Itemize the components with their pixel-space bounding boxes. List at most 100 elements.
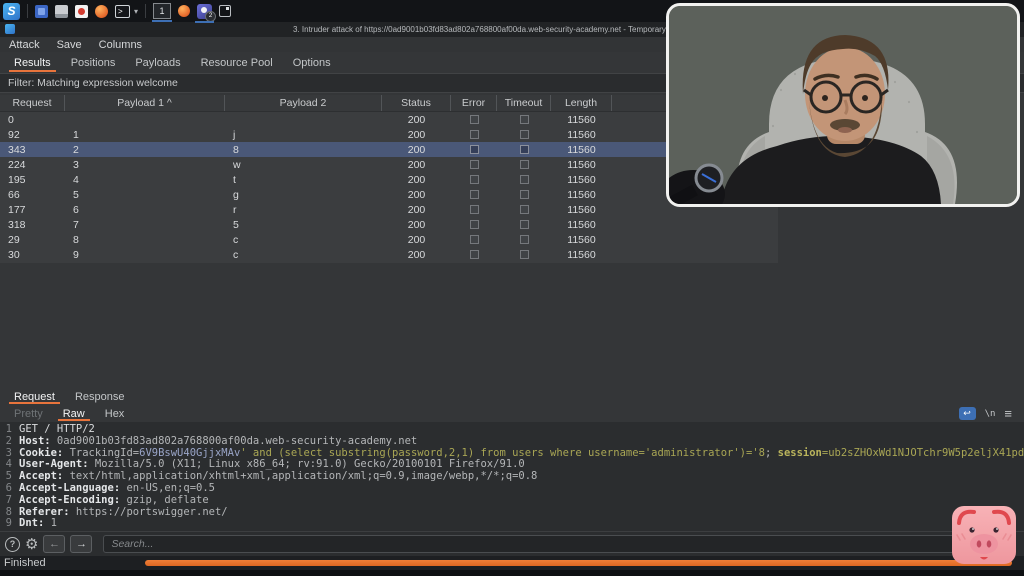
gear-icon[interactable]: ⚙ (25, 537, 38, 552)
column-header-payload-1[interactable]: Payload 1 ^ (65, 95, 225, 111)
cell-timeout (497, 115, 551, 124)
column-header-timeout[interactable]: Timeout (497, 95, 551, 111)
tab-response[interactable]: Response (65, 388, 135, 405)
active-app-icon[interactable]: S (3, 3, 20, 20)
cell-error-checkbox (470, 160, 479, 169)
table-row[interactable]: 665g20011560 (0, 187, 778, 202)
screenshot-tool-icon[interactable] (219, 5, 231, 17)
tab-pretty[interactable]: Pretty (4, 405, 53, 422)
cell-request: 318 (0, 219, 65, 231)
chevron-down-icon[interactable]: ▾ (134, 7, 138, 16)
file-manager-icon[interactable] (35, 5, 48, 18)
menu-save[interactable]: Save (57, 39, 82, 51)
desktop-pager[interactable]: 1 (153, 3, 171, 19)
table-row[interactable]: 1954t20011560 (0, 172, 778, 187)
pig-icon (951, 505, 1017, 565)
cell-payload1: 5 (65, 189, 225, 201)
cell-timeout-checkbox (520, 115, 529, 124)
cell-status: 200 (382, 144, 451, 156)
cell-length: 11560 (551, 204, 612, 216)
results-table-header: RequestPayload 1 ^Payload 2StatusErrorTi… (0, 95, 778, 112)
cell-length: 11560 (551, 249, 612, 261)
table-row[interactable]: 309c20011560 (0, 247, 778, 262)
search-input[interactable] (103, 535, 1014, 553)
tab-resource-pool[interactable]: Resource Pool (191, 52, 283, 73)
cell-timeout-checkbox (520, 235, 529, 244)
tab-positions[interactable]: Positions (61, 52, 126, 73)
cell-timeout (497, 220, 551, 229)
column-header-status[interactable]: Status (382, 95, 451, 111)
menu-columns[interactable]: Columns (99, 39, 142, 51)
editor-toolbar: ↩ \n ≡ (959, 407, 1012, 420)
cell-timeout-checkbox (520, 220, 529, 229)
cell-timeout-checkbox (520, 145, 529, 154)
column-header-error[interactable]: Error (451, 95, 497, 111)
cell-length: 11560 (551, 189, 612, 201)
cell-request: 224 (0, 159, 65, 171)
soft-wrap-icon[interactable]: ↩ (959, 407, 976, 420)
cell-timeout (497, 190, 551, 199)
cell-payload2: w (225, 159, 382, 171)
bottom-edge (0, 570, 1024, 576)
cell-payload2: c (225, 249, 382, 261)
table-row[interactable]: 298c20011560 (0, 232, 778, 247)
cell-payload2: g (225, 189, 382, 201)
document-viewer-icon[interactable] (75, 5, 88, 18)
cell-payload1: 7 (65, 219, 225, 231)
table-row[interactable]: 020011560 (0, 112, 778, 127)
cell-length: 11560 (551, 129, 612, 141)
tab-results[interactable]: Results (4, 52, 61, 73)
cell-timeout-checkbox (520, 160, 529, 169)
cell-request: 177 (0, 204, 65, 216)
column-header-request[interactable]: Request (0, 95, 65, 111)
line-number: 2 (0, 436, 12, 448)
editor-menu-icon[interactable]: ≡ (1004, 409, 1012, 419)
cell-payload1: 9 (65, 249, 225, 261)
active-window-indicator (195, 21, 214, 23)
cell-payload2: r (225, 204, 382, 216)
cell-payload2: j (225, 129, 382, 141)
column-header-payload-2[interactable]: Payload 2 (225, 95, 382, 111)
cell-length: 11560 (551, 114, 612, 126)
table-row[interactable]: 921j20011560 (0, 127, 778, 142)
filter-text: Filter: Matching expression welcome (8, 77, 178, 89)
cell-status: 200 (382, 129, 451, 141)
request-editor[interactable]: 1GET / HTTP/22Host: 0ad9001b03fd83ad802a… (0, 422, 1024, 531)
tab-options[interactable]: Options (283, 52, 341, 73)
message-tabs: RequestResponse (0, 388, 1024, 405)
menu-attack[interactable]: Attack (9, 39, 40, 51)
cell-timeout (497, 175, 551, 184)
cell-payload1: 1 (65, 129, 225, 141)
table-row[interactable]: 3187520011560 (0, 217, 778, 232)
help-icon[interactable]: ? (5, 537, 20, 552)
firefox-icon[interactable] (95, 5, 108, 18)
tab-hex[interactable]: Hex (95, 405, 135, 422)
cell-timeout-checkbox (520, 175, 529, 184)
cell-timeout-checkbox (520, 205, 529, 214)
line-text: Dnt: 1 (12, 518, 57, 530)
prev-match-button[interactable]: ← (43, 535, 65, 553)
column-header-length[interactable]: Length (551, 95, 612, 111)
table-row[interactable]: 3432820011560 (0, 142, 778, 157)
results-table: RequestPayload 1 ^Payload 2StatusErrorTi… (0, 95, 778, 263)
files-icon[interactable] (55, 5, 68, 18)
cell-error (451, 190, 497, 199)
cell-timeout (497, 250, 551, 259)
cell-payload2: t (225, 174, 382, 186)
cell-request: 0 (0, 114, 65, 126)
next-match-button[interactable]: → (70, 535, 92, 553)
cell-error (451, 205, 497, 214)
terminal-icon[interactable]: > (115, 5, 130, 18)
tab-raw[interactable]: Raw (53, 405, 95, 422)
show-newlines-icon[interactable]: \n (985, 409, 996, 419)
cell-error (451, 175, 497, 184)
tab-payloads[interactable]: Payloads (125, 52, 190, 73)
burp-task-icon[interactable]: 2 (197, 4, 212, 19)
firefox-task-icon[interactable] (178, 5, 190, 17)
cell-error-checkbox (470, 220, 479, 229)
tab-request[interactable]: Request (4, 388, 65, 405)
table-row[interactable]: 1776r20011560 (0, 202, 778, 217)
cell-timeout (497, 145, 551, 154)
table-row[interactable]: 2243w20011560 (0, 157, 778, 172)
cell-request: 29 (0, 234, 65, 246)
